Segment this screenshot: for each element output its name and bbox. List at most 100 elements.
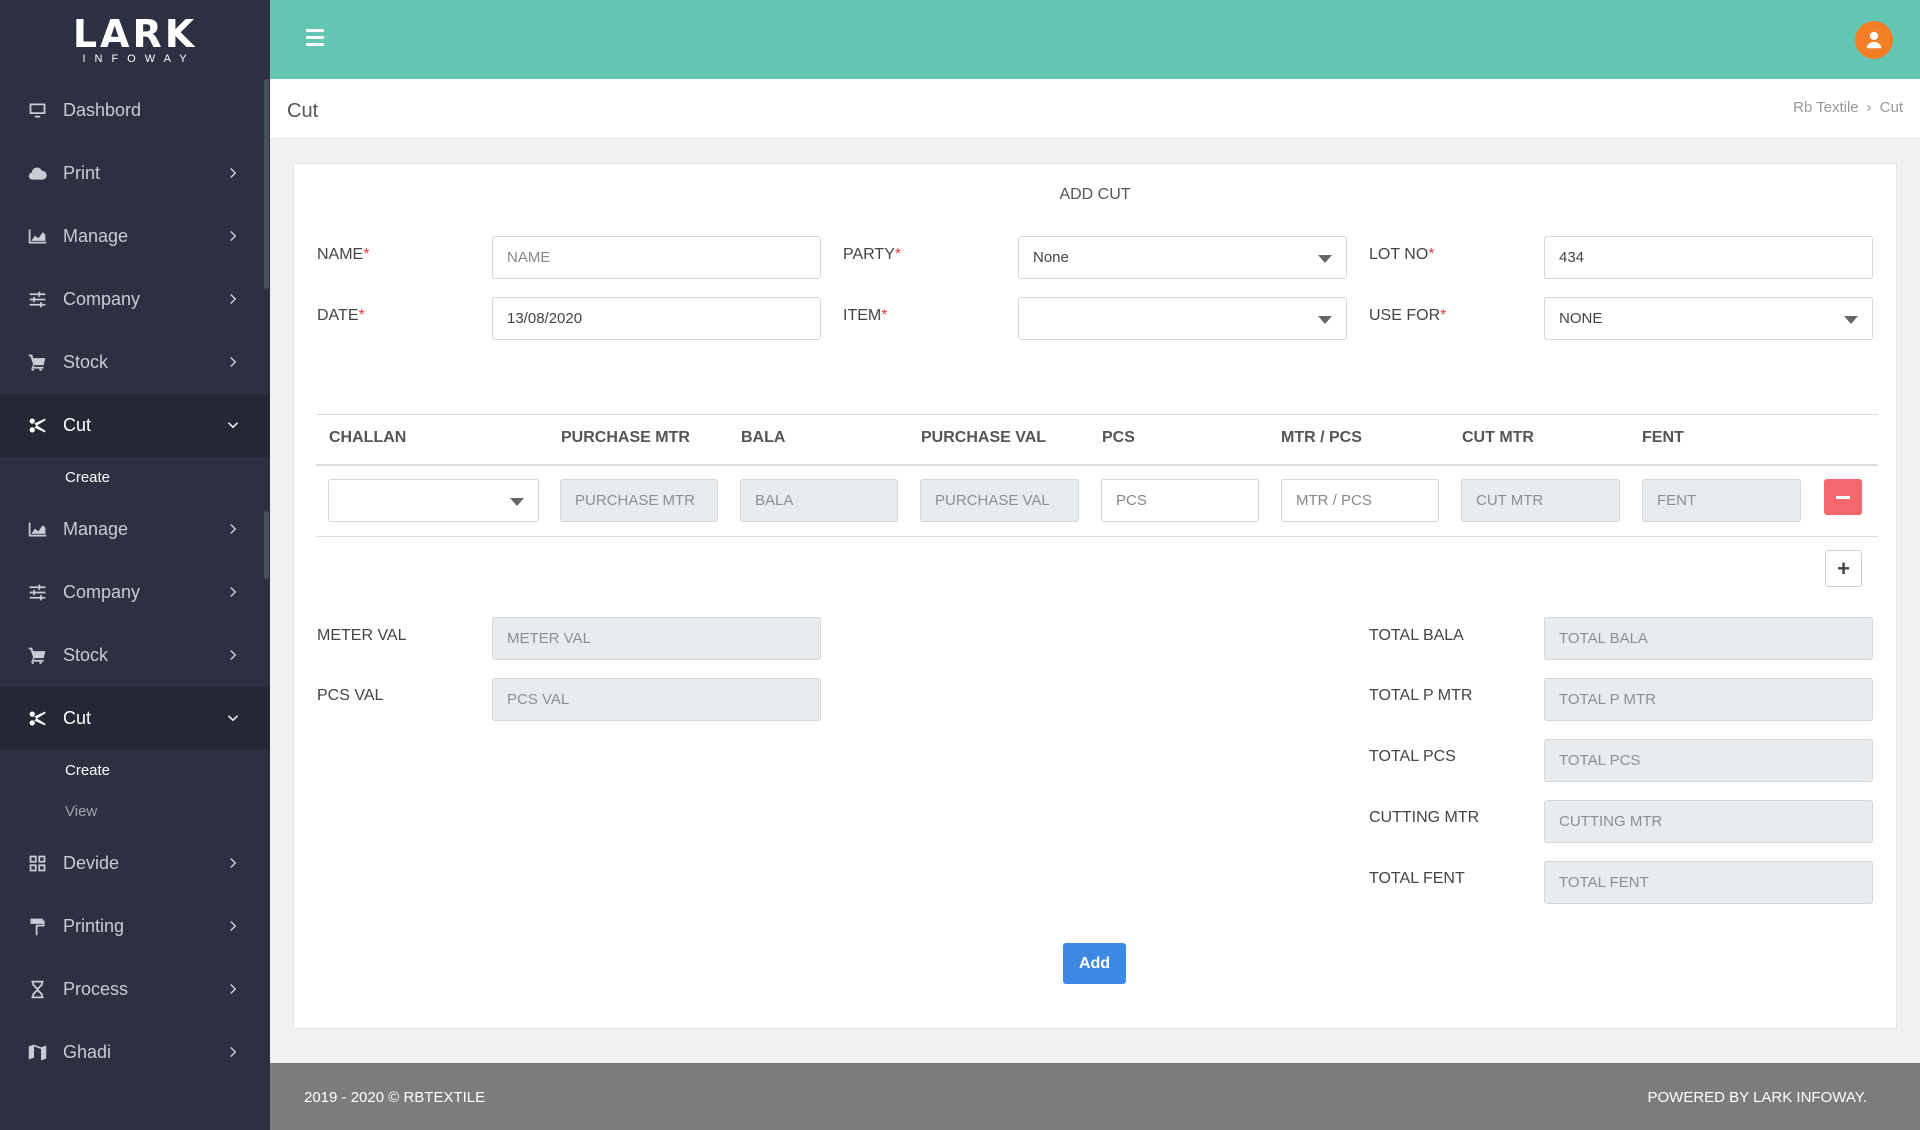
challan-select[interactable]: [328, 479, 539, 522]
breadcrumb-item: Cut: [1879, 99, 1903, 116]
chevron-right-icon: [224, 854, 242, 872]
sidebar-item-label: Company: [63, 582, 141, 602]
chevron-down-icon: [224, 416, 242, 434]
page-title: Cut: [287, 100, 319, 122]
use-for-label: USE FOR*: [1369, 307, 1447, 324]
chevron-right-icon: [224, 917, 242, 935]
cutting-mtr-label: CUTTING MTR: [1369, 809, 1480, 826]
footer-powered-by: POWERED BY LARK INFOWAY.: [1647, 1089, 1868, 1106]
logo-title: LARK: [72, 11, 198, 56]
add-row-button[interactable]: +: [1825, 550, 1862, 587]
sliders-icon: [26, 582, 48, 604]
user-avatar[interactable]: [1855, 21, 1893, 59]
sidebar-item-ghadi[interactable]: Ghadi: [0, 1021, 270, 1084]
total-fent-input[interactable]: TOTAL FENT: [1544, 861, 1873, 904]
purchase-mtr-input[interactable]: PURCHASE MTR: [560, 479, 718, 522]
item-select[interactable]: [1018, 297, 1347, 340]
sidebar-item-printing[interactable]: Printing: [0, 895, 270, 958]
topbar: [270, 0, 1920, 79]
pcs-val-input[interactable]: PCS VAL: [492, 678, 821, 721]
sidebar-item-label: Cut: [63, 415, 92, 435]
sidebar-subitem-create[interactable]: Create: [0, 457, 270, 498]
cutting-mtr-input[interactable]: CUTTING MTR: [1544, 800, 1873, 843]
meter-val-input[interactable]: METER VAL: [492, 617, 821, 660]
sidebar-item-label: Process: [63, 979, 129, 999]
page-header: Cut Rb Textile › Cut: [270, 79, 1920, 139]
party-label: PARTY*: [843, 246, 902, 263]
sidebar-item-stock[interactable]: Stock: [0, 624, 270, 687]
total-p-mtr-label: TOTAL P MTR: [1369, 687, 1473, 704]
user-icon: [1866, 31, 1882, 49]
column-header-cut-mtr: CUT MTR: [1462, 429, 1534, 446]
add-button[interactable]: Add: [1063, 943, 1126, 984]
sidebar-item-cut[interactable]: Cut: [0, 394, 270, 457]
chevron-right-icon: [224, 353, 242, 371]
chevron-right-icon: [224, 1043, 242, 1061]
total-p-mtr-input[interactable]: TOTAL P MTR: [1544, 678, 1873, 721]
card-title: ADD CUT: [1059, 186, 1131, 203]
table-divider: [316, 464, 1878, 466]
sidebar-item-label: Stock: [63, 352, 109, 372]
mtr-pcs-input[interactable]: MTR / PCS: [1281, 479, 1439, 522]
bala-input[interactable]: BALA: [740, 479, 898, 522]
party-select[interactable]: None: [1018, 236, 1347, 279]
lot-no-input[interactable]: 434: [1544, 236, 1873, 279]
hourglass-icon: [26, 979, 48, 1001]
logo[interactable]: LARK INFOWAY: [0, 0, 270, 79]
sidebar-item-label: Devide: [63, 853, 120, 873]
scissors-icon: [26, 708, 48, 730]
breadcrumb-item[interactable]: Rb Textile: [1793, 99, 1859, 116]
pcs-val-label: PCS VAL: [317, 687, 384, 704]
sidebar-subitem-create[interactable]: Create: [0, 750, 270, 791]
chart-icon: [26, 226, 48, 248]
sidebar-item-company[interactable]: Company: [0, 561, 270, 624]
date-input[interactable]: 13/08/2020: [492, 297, 821, 340]
sidebar-item-print[interactable]: Print: [0, 142, 270, 205]
grid-icon: [26, 853, 48, 875]
fent-input[interactable]: FENT: [1642, 479, 1801, 522]
total-bala-input[interactable]: TOTAL BALA: [1544, 617, 1873, 660]
sidebar-item-stock[interactable]: Stock: [0, 331, 270, 394]
chevron-right-icon: [224, 227, 242, 245]
sidebar-item-label: Manage: [63, 226, 129, 246]
sidebar-item-manage[interactable]: Manage: [0, 205, 270, 268]
chevron-right-icon: [224, 520, 242, 538]
chevron-down-icon: [224, 709, 242, 727]
footer: 2019 - 2020 © RBTEXTILE POWERED BY LARK …: [270, 1063, 1920, 1130]
sidebar-subitem-view[interactable]: View: [0, 791, 270, 832]
name-input[interactable]: NAME: [492, 236, 821, 279]
minus-icon: [1836, 495, 1850, 499]
sidebar-item-process[interactable]: Process: [0, 958, 270, 1021]
cut-mtr-input[interactable]: CUT MTR: [1461, 479, 1620, 522]
sidebar-item-company[interactable]: Company: [0, 268, 270, 331]
logo-subtitle: INFOWAY: [82, 52, 196, 65]
cart-icon: [26, 352, 48, 374]
sidebar-item-cut[interactable]: Cut: [0, 687, 270, 750]
total-pcs-input[interactable]: TOTAL PCS: [1544, 739, 1873, 782]
add-cut-card: ADD CUT NAME* NAME PARTY* None LOT NO* 4…: [293, 163, 1897, 1029]
column-header-bala: BALA: [741, 429, 786, 446]
scissors-icon: [26, 415, 48, 437]
column-header-purchase-val: PURCHASE VAL: [921, 429, 1047, 446]
use-for-select[interactable]: NONE: [1544, 297, 1873, 340]
sidebar-item-label: Ghadi: [63, 1042, 112, 1062]
meter-val-label: METER VAL: [317, 627, 407, 644]
sidebar-item-label: Manage: [63, 519, 129, 539]
monitor-icon: [26, 100, 48, 122]
sidebar-item-label: Company: [63, 289, 141, 309]
chevron-right-icon: [224, 646, 242, 664]
sliders-icon: [26, 289, 48, 311]
column-header-purchase-mtr: PURCHASE MTR: [561, 429, 690, 446]
chevron-right-icon: [224, 164, 242, 182]
sidebar-item-label: Printing: [63, 916, 125, 936]
paint-roller-icon: [26, 916, 48, 938]
table-divider: [316, 414, 1878, 415]
remove-row-button[interactable]: [1824, 479, 1862, 515]
sidebar-item-devide[interactable]: Devide: [0, 832, 270, 895]
menu-toggle-icon[interactable]: [306, 29, 324, 49]
purchase-val-input[interactable]: PURCHASE VAL: [920, 479, 1079, 522]
chevron-right-icon: [224, 583, 242, 601]
sidebar-item-dashbord[interactable]: Dashbord: [0, 79, 270, 142]
pcs-input[interactable]: PCS: [1101, 479, 1259, 522]
sidebar-item-manage[interactable]: Manage: [0, 498, 270, 561]
